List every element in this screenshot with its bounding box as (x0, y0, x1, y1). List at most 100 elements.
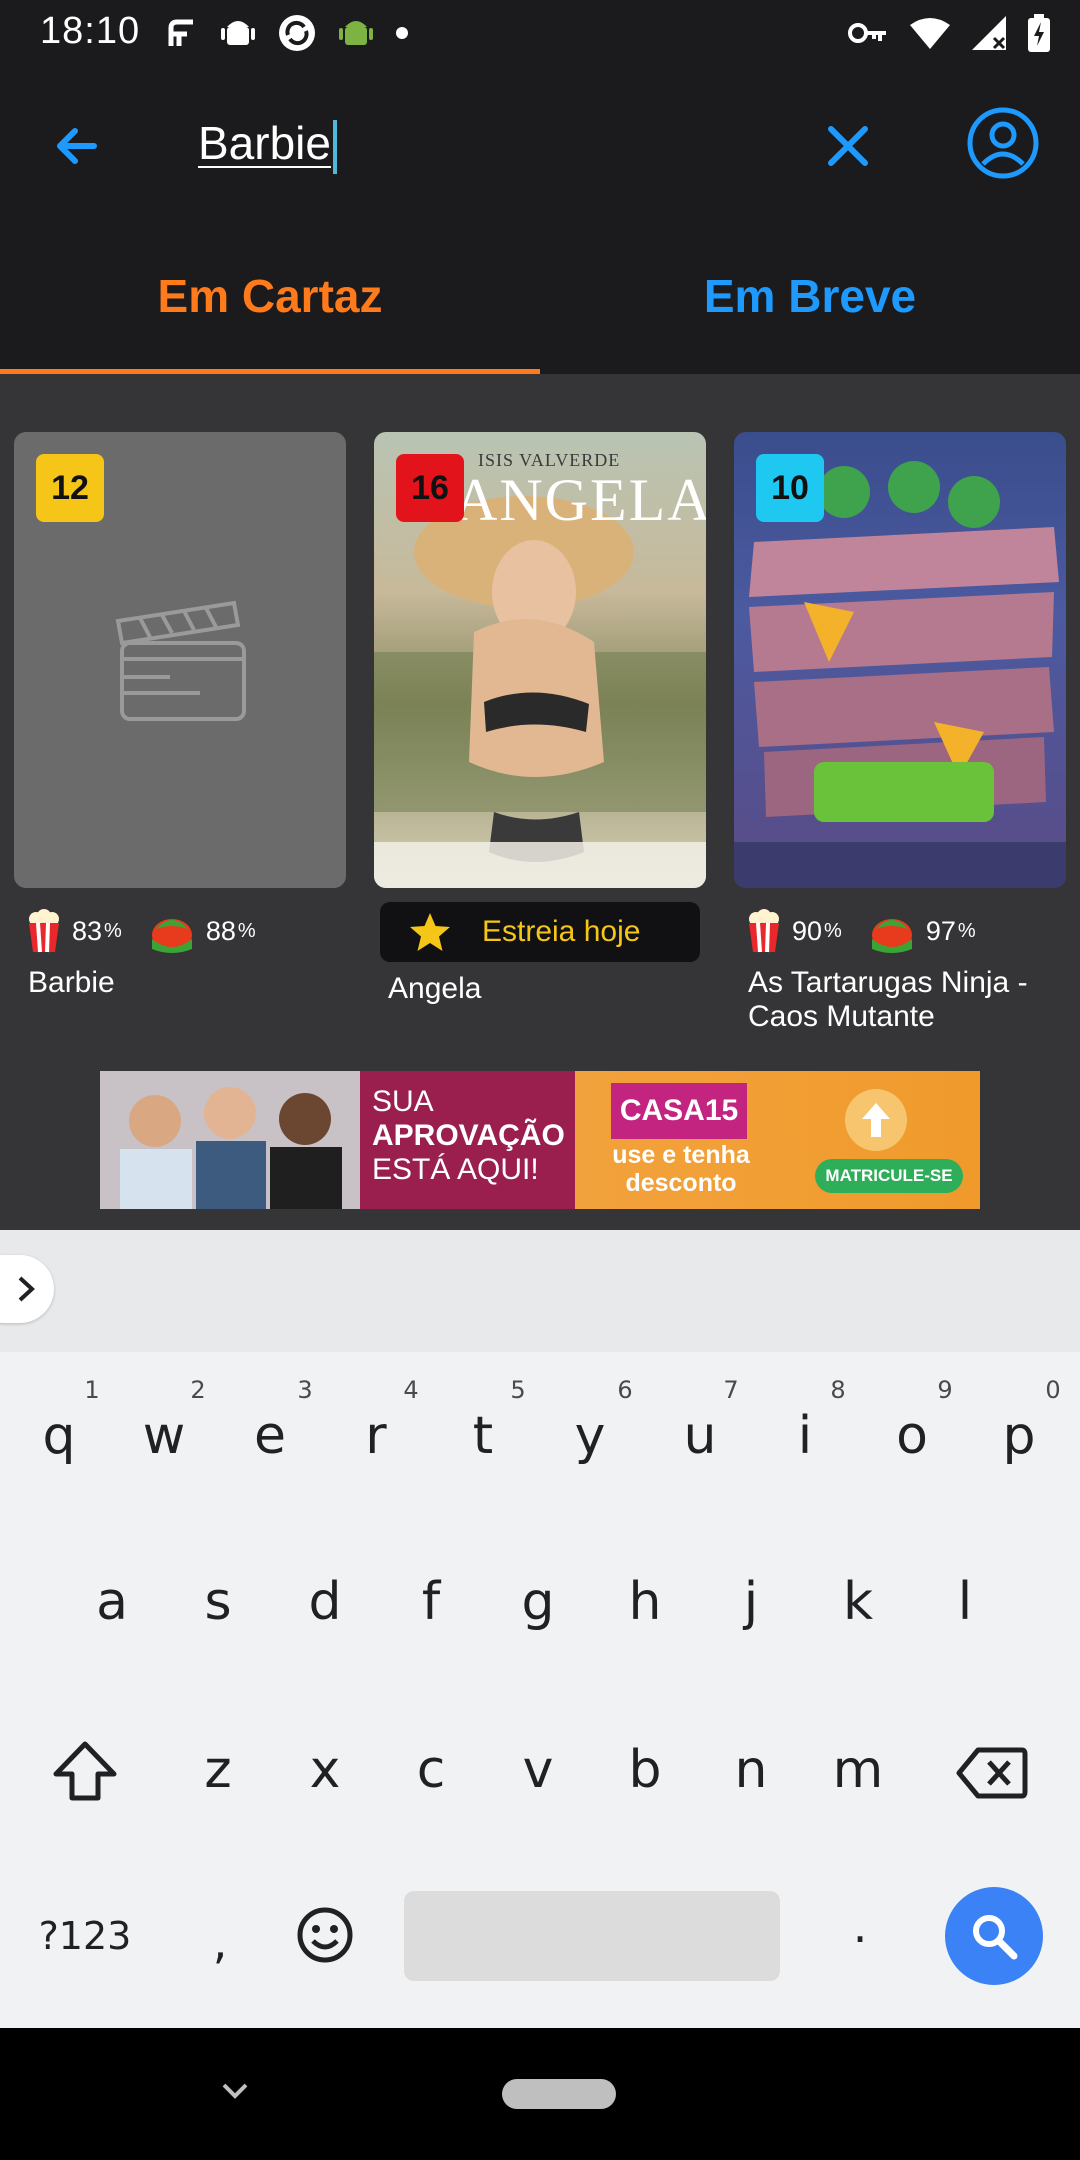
ratings-row: 83% 88% (14, 906, 346, 956)
popcorn-icon (29, 909, 59, 953)
movie-card-tartarugas-ninja[interactable]: 10 90% 97% As Tartarugas Ninja - Caos Mu… (734, 432, 1066, 1034)
space-key[interactable] (404, 1891, 780, 1981)
percent-symbol: % (957, 919, 976, 942)
movie-card-angela[interactable]: ISIS VALVERDE ANGELA 16 Estreia hoje Ang… (374, 432, 706, 1006)
tab-em-cartaz[interactable]: Em Cartaz (0, 222, 540, 374)
age-rating-badge: 10 (756, 454, 824, 522)
key-a[interactable]: a (72, 1562, 152, 1642)
chevron-right-icon (18, 1276, 35, 1302)
movie-poster[interactable]: 10 (734, 432, 1066, 888)
search-app-bar: Barbie (0, 66, 1080, 222)
key-hint: 4 (403, 1376, 419, 1404)
key-p[interactable]: p (979, 1396, 1059, 1476)
key-hint: 5 (510, 1376, 526, 1404)
ad-people-image (100, 1071, 360, 1209)
key-hint: 7 (723, 1376, 739, 1404)
profile-icon[interactable] (966, 106, 1040, 180)
tab-em-breve[interactable]: Em Breve (540, 222, 1080, 374)
key-n[interactable]: n (711, 1730, 791, 1810)
symbols-key[interactable]: ?123 (20, 1906, 150, 1966)
key-z[interactable]: z (178, 1730, 258, 1810)
movie-poster[interactable]: ISIS VALVERDE ANGELA 16 (374, 432, 706, 888)
hide-keyboard-icon[interactable] (218, 2074, 252, 2108)
key-hint: 6 (617, 1376, 633, 1404)
key-g[interactable]: g (498, 1562, 578, 1642)
key-d[interactable]: d (285, 1562, 365, 1642)
key-hint: 3 (297, 1376, 313, 1404)
ad-headline-line2: APROVAÇÃO (372, 1119, 565, 1152)
key-v[interactable]: v (498, 1730, 578, 1810)
key-e[interactable]: e (230, 1396, 310, 1476)
key-f[interactable]: f (391, 1562, 471, 1642)
key-h[interactable]: h (605, 1562, 685, 1642)
critic-rating: 97% (868, 909, 976, 953)
key-k[interactable]: k (818, 1562, 898, 1642)
notification-icons (165, 10, 409, 56)
premiere-badge: Estreia hoje (380, 902, 700, 962)
tomato-icon (871, 919, 912, 953)
critic-rating: 88% (148, 909, 256, 953)
ad-arrow-icon (845, 1089, 907, 1151)
key-s[interactable]: s (178, 1562, 258, 1642)
key-hint: 0 (1045, 1376, 1061, 1404)
ratings-row: 90% 97% (734, 906, 1066, 956)
key-u[interactable]: u (660, 1396, 740, 1476)
ad-headline: SUA APROVAÇÃO ESTÁ AQUI! (372, 1085, 565, 1187)
critic-score: 97 (925, 915, 956, 946)
movie-card-barbie[interactable]: 12 83% 88% Barbie (14, 432, 346, 1000)
percent-symbol: % (104, 919, 122, 942)
popcorn-icon (749, 909, 779, 953)
more-notifications-icon (396, 27, 408, 39)
key-q[interactable]: q (19, 1396, 99, 1476)
back-arrow-icon[interactable] (42, 111, 112, 181)
battery-charging-icon (1028, 14, 1050, 52)
shift-key[interactable] (52, 1740, 118, 1802)
status-bar: 18:10 (0, 0, 1080, 66)
home-pill[interactable] (502, 2079, 616, 2109)
tab-label: Em Cartaz (157, 270, 383, 322)
movie-poster-placeholder[interactable]: 12 (14, 432, 346, 888)
key-w[interactable]: w (124, 1396, 204, 1476)
tomato-icon (151, 919, 192, 953)
key-t[interactable]: t (443, 1396, 523, 1476)
search-input[interactable]: Barbie (198, 108, 337, 178)
clear-search-icon[interactable] (815, 113, 881, 179)
key-o[interactable]: o (872, 1396, 952, 1476)
backspace-key[interactable] (956, 1746, 1028, 1800)
audience-score: 83 (72, 915, 103, 946)
poster-title: ANGELA (454, 467, 706, 533)
screen: 18:10 Barbie Em Cartaz Em Breve 12 83 % … (0, 0, 1080, 2160)
critic-score: 88 (205, 915, 236, 946)
audience-rating: 83% (26, 909, 122, 953)
key-r[interactable]: r (336, 1396, 416, 1476)
ad-coupon-code: CASA15 (611, 1083, 747, 1139)
key-m[interactable]: m (818, 1730, 898, 1810)
key-c[interactable]: c (391, 1730, 471, 1810)
ad-headline-line1: SUA (372, 1085, 434, 1118)
clapperboard-icon (115, 600, 246, 721)
key-x[interactable]: x (285, 1730, 365, 1810)
emoji-key[interactable] (296, 1906, 354, 1964)
key-hint: 1 (84, 1376, 100, 1404)
ad-banner-left: SUA APROVAÇÃO ESTÁ AQUI! (100, 1071, 575, 1209)
ad-banner[interactable]: SUA APROVAÇÃO ESTÁ AQUI! CASA15 use e te… (100, 1071, 980, 1209)
star-icon (410, 913, 450, 951)
key-i[interactable]: i (765, 1396, 845, 1476)
audience-score: 90 (792, 915, 823, 946)
key-hint: 8 (830, 1376, 846, 1404)
key-period[interactable]: . (840, 1896, 880, 1956)
keyboard-search-key[interactable] (945, 1887, 1043, 1985)
vpn-key-icon (848, 23, 886, 43)
key-comma[interactable]: , (200, 1912, 240, 1972)
key-hint: 9 (937, 1376, 953, 1404)
android-icon (221, 21, 255, 45)
tab-bar: Em Cartaz Em Breve (0, 222, 1080, 374)
android-debug-icon (339, 21, 373, 45)
key-b[interactable]: b (605, 1730, 685, 1810)
movie-title: As Tartarugas Ninja - Caos Mutante (748, 966, 1028, 1033)
key-y[interactable]: y (550, 1396, 630, 1476)
expand-toolbar-button[interactable] (0, 1255, 54, 1323)
key-l[interactable]: l (925, 1562, 1005, 1642)
suggestion-strip (0, 1230, 1080, 1352)
key-j[interactable]: j (711, 1562, 791, 1642)
